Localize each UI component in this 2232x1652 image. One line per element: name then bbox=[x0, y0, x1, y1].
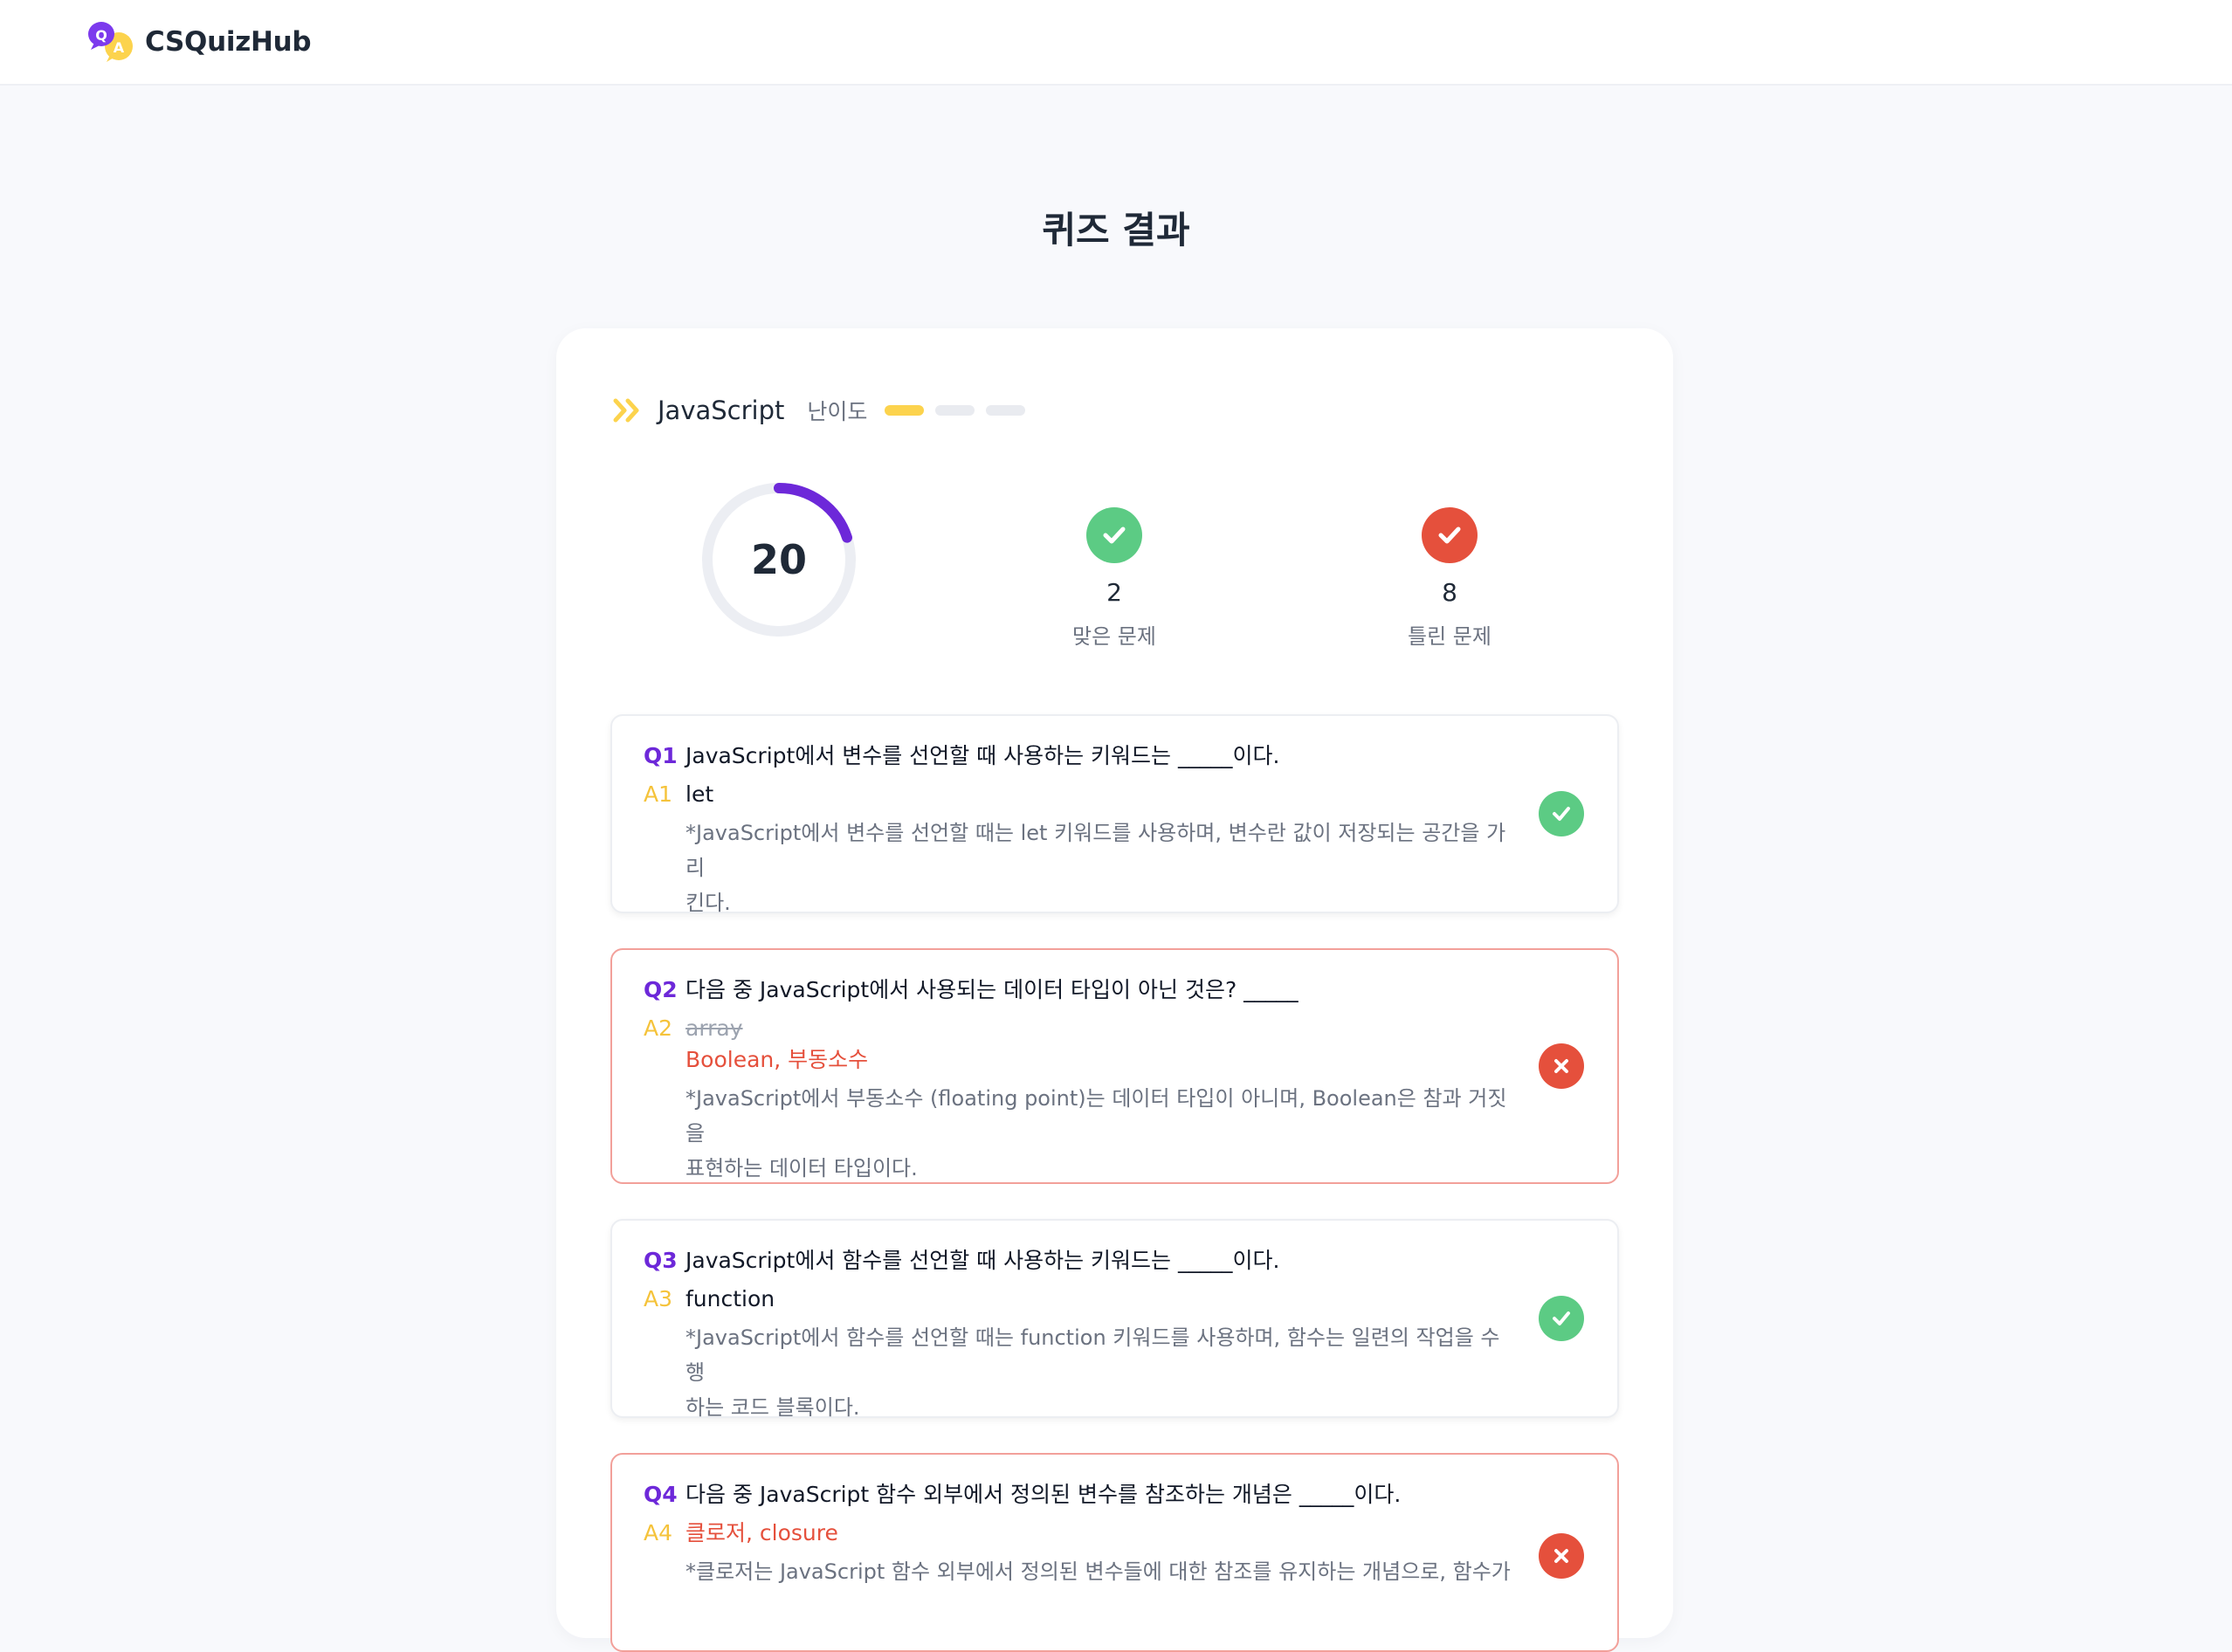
wrong-label: 틀린 문제 bbox=[1408, 624, 1491, 649]
difficulty-bar-2 bbox=[935, 405, 975, 416]
quiz-language: JavaScript bbox=[658, 396, 785, 425]
explanation-line: 킨다. bbox=[685, 891, 731, 915]
answer-tag: A1 bbox=[644, 781, 673, 807]
wrong-stat: 8 틀린 문제 bbox=[1362, 507, 1537, 650]
question-tag: Q2 bbox=[644, 977, 678, 1002]
question-text: JavaScript에서 변수를 선언할 때 사용하는 키워드는 _____이다… bbox=[685, 743, 1280, 768]
question-text: JavaScript에서 함수를 선언할 때 사용하는 키워드는 _____이다… bbox=[685, 1248, 1280, 1273]
explanation: *JavaScript에서 변수를 선언할 때는 let 키워드를 사용하며, … bbox=[685, 816, 1512, 920]
question-tag: Q1 bbox=[644, 743, 678, 768]
answer-text: let bbox=[685, 781, 714, 807]
explanation: *JavaScript에서 부동소수 (floating point)는 데이터… bbox=[685, 1081, 1512, 1186]
question-text: 다음 중 JavaScript에서 사용되는 데이터 타입이 아닌 것은? __… bbox=[685, 977, 1299, 1002]
question-text: 다음 중 JavaScript 함수 외부에서 정의된 변수를 참조하는 개념은… bbox=[685, 1482, 1402, 1507]
correct-check-icon bbox=[1539, 791, 1584, 836]
difficulty-bar-1 bbox=[885, 405, 925, 416]
logo-text: CSQuizHub bbox=[145, 26, 312, 58]
double-chevron-icon bbox=[612, 397, 644, 423]
top-header: A Q CSQuizHub bbox=[0, 0, 2232, 86]
answer-text: function bbox=[685, 1286, 775, 1311]
correct-check-icon bbox=[1086, 507, 1142, 563]
wrong-x-icon bbox=[1539, 1043, 1584, 1089]
page-title: 퀴즈 결과 bbox=[1042, 209, 1190, 251]
logo-icon: A Q bbox=[86, 20, 134, 64]
correct-answer-text: 클로저, closure bbox=[685, 1520, 838, 1545]
difficulty-bar-3 bbox=[986, 405, 1026, 416]
question-tag: Q4 bbox=[644, 1482, 678, 1507]
question-item-2[interactable]: Q2 다음 중 JavaScript에서 사용되는 데이터 타입이 아닌 것은?… bbox=[610, 948, 1619, 1184]
answer-tag: A4 bbox=[644, 1520, 673, 1545]
correct-stat: 2 맞은 문제 bbox=[1027, 507, 1202, 650]
question-item-3[interactable]: Q3 JavaScript에서 함수를 선언할 때 사용하는 키워드는 ____… bbox=[610, 1219, 1619, 1420]
explanation-line: 하는 코드 블록이다. bbox=[685, 1395, 860, 1420]
question-item-1[interactable]: Q1 JavaScript에서 변수를 선언할 때 사용하는 키워드는 ____… bbox=[610, 714, 1619, 915]
user-answer-text: array bbox=[685, 1015, 743, 1041]
explanation-line: *클로저는 JavaScript 함수 외부에서 정의된 변수들에 대한 참조를… bbox=[685, 1559, 1511, 1584]
answer-tag: A3 bbox=[644, 1286, 673, 1311]
result-card: JavaScript 난이도 20 2 맞은 문제 8 틀린 문제 Q1 Jav… bbox=[556, 328, 1673, 1652]
question-item-4[interactable]: Q4 다음 중 JavaScript 함수 외부에서 정의된 변수를 참조하는 … bbox=[610, 1453, 1619, 1652]
explanation: *클로저는 JavaScript 함수 외부에서 정의된 변수들에 대한 참조를… bbox=[685, 1554, 1512, 1589]
score-summary: 20 2 맞은 문제 8 틀린 문제 bbox=[556, 481, 1673, 656]
explanation-line: *JavaScript에서 부동소수 (floating point)는 데이터… bbox=[685, 1086, 1507, 1146]
svg-text:Q: Q bbox=[95, 27, 107, 44]
quiz-meta: JavaScript 난이도 bbox=[612, 386, 1037, 435]
wrong-count: 8 bbox=[1442, 578, 1457, 607]
correct-answer-text: Boolean, 부동소수 bbox=[685, 1047, 869, 1072]
correct-check-icon bbox=[1539, 1296, 1584, 1341]
svg-text:A: A bbox=[114, 39, 125, 56]
logo[interactable]: A Q CSQuizHub bbox=[86, 20, 312, 64]
wrong-check-icon bbox=[1422, 507, 1478, 563]
explanation-line: 표현하는 데이터 타입이다. bbox=[685, 1156, 918, 1180]
answer-tag: A2 bbox=[644, 1015, 673, 1041]
difficulty-label: 난이도 bbox=[807, 399, 868, 424]
correct-label: 맞은 문제 bbox=[1072, 624, 1156, 649]
score-value: 20 bbox=[750, 536, 807, 583]
correct-count: 2 bbox=[1106, 578, 1122, 607]
question-tag: Q3 bbox=[644, 1248, 678, 1273]
score-ring: 20 bbox=[700, 481, 858, 638]
explanation-line: *JavaScript에서 변수를 선언할 때는 let 키워드를 사용하며, … bbox=[685, 821, 1506, 880]
explanation: *JavaScript에서 함수를 선언할 때는 function 키워드를 사… bbox=[685, 1320, 1512, 1425]
wrong-x-icon bbox=[1539, 1533, 1584, 1579]
explanation-line: *JavaScript에서 함수를 선언할 때는 function 키워드를 사… bbox=[685, 1325, 1500, 1385]
